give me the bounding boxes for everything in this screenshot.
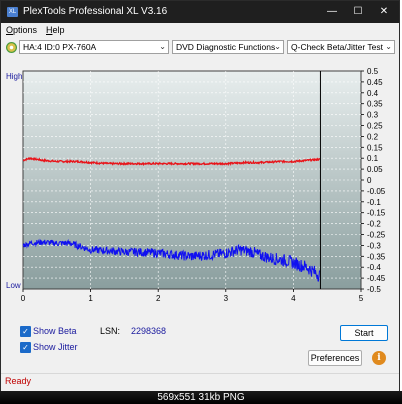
y-tick-label: -0.5 — [367, 285, 381, 294]
y-tick-label: -0.15 — [367, 209, 386, 218]
x-tick-label: 0 — [21, 294, 26, 303]
y-tick-label: 0.05 — [367, 165, 383, 174]
y-tick-label: -0.05 — [367, 187, 386, 196]
test-select[interactable]: Q-Check Beta/Jitter Test ⌄ — [287, 40, 395, 54]
show-jitter-checkbox[interactable]: ✓ — [20, 342, 31, 353]
y-tick-label: 0.2 — [367, 132, 379, 141]
axis-high-label: High — [6, 72, 22, 81]
axis-low-label: Low — [6, 281, 21, 290]
image-caption: 569x551 31kb PNG — [0, 391, 402, 404]
title-bar[interactable]: XL PlexTools Professional XL V3.16 — ☐ ✕ — [1, 1, 399, 23]
y-tick-label: -0.3 — [367, 241, 381, 250]
y-tick-label: 0.15 — [367, 143, 383, 152]
y-tick-label: 0.1 — [367, 154, 379, 163]
toolbar: HA:4 ID:0 PX-760A ⌄ DVD Diagnostic Funct… — [1, 38, 399, 58]
chevron-down-icon: ⌄ — [159, 42, 166, 51]
drive-select[interactable]: HA:4 ID:0 PX-760A ⌄ — [19, 40, 169, 54]
x-tick-label: 2 — [156, 294, 161, 303]
menu-options[interactable]: Options — [6, 25, 37, 35]
y-tick-label: 0.3 — [367, 111, 379, 120]
y-tick-label: 0.5 — [367, 67, 379, 76]
show-beta-checkbox[interactable]: ✓ — [20, 326, 31, 337]
lsn-value: 2298368 — [131, 326, 167, 336]
y-tick-label: 0.25 — [367, 122, 383, 131]
y-tick-label: -0.1 — [367, 198, 381, 207]
app-icon: XL — [7, 7, 18, 17]
y-tick-label: -0.2 — [367, 220, 381, 229]
app-window: XL PlexTools Professional XL V3.16 — ☐ ✕… — [0, 0, 400, 391]
menu-help[interactable]: Help — [46, 25, 65, 35]
info-icon[interactable]: i — [372, 351, 386, 365]
x-tick-label: 3 — [224, 294, 229, 303]
menu-options-accel: O — [6, 25, 14, 35]
status-bar: Ready — [1, 373, 399, 391]
chart-area: 0.5 0.45 0.4 0.35 0.3 0.25 0.2 0.15 0.1 0.05 0 -0.0… — [2, 59, 398, 309]
minimize-button[interactable]: — — [319, 1, 345, 23]
y-tick-label: -0.25 — [367, 231, 386, 240]
y-tick-label: 0.45 — [367, 78, 383, 87]
status-text: Ready — [5, 376, 32, 386]
menu-help-rest: elp — [52, 25, 65, 35]
disc-icon — [6, 42, 17, 53]
function-select-value: DVD Diagnostic Functions — [176, 42, 276, 52]
start-button[interactable]: Start — [340, 325, 388, 341]
close-button[interactable]: ✕ — [371, 1, 397, 23]
preferences-button[interactable]: Preferences — [308, 350, 362, 366]
x-tick-label: 5 — [359, 294, 364, 303]
show-beta-label[interactable]: Show Beta — [33, 326, 77, 336]
test-select-value: Q-Check Beta/Jitter Test — [291, 42, 383, 52]
chevron-down-icon: ⌄ — [385, 42, 392, 51]
y-tick-label: -0.35 — [367, 252, 386, 261]
maximize-button[interactable]: ☐ — [345, 1, 371, 23]
y-tick-label: 0 — [367, 176, 372, 185]
y-tick-label: 0.35 — [367, 100, 383, 109]
window-title: PlexTools Professional XL V3.16 — [23, 6, 168, 17]
drive-select-value: HA:4 ID:0 PX-760A — [23, 42, 97, 52]
y-tick-label: 0.4 — [367, 89, 379, 98]
x-tick-label: 4 — [291, 294, 296, 303]
beta-jitter-chart: 0.5 0.45 0.4 0.35 0.3 0.250.2 0.15 0.1 0.05 0 -0.0… — [6, 67, 386, 303]
menu-bar: Options Help — [1, 23, 399, 38]
show-jitter-label[interactable]: Show Jitter — [33, 342, 78, 352]
y-tick-label: -0.45 — [367, 274, 386, 283]
menu-options-rest: ptions — [13, 25, 38, 35]
x-tick-label: 1 — [88, 294, 93, 303]
chevron-down-icon: ⌄ — [274, 42, 281, 51]
lsn-label: LSN: — [100, 326, 121, 336]
function-select[interactable]: DVD Diagnostic Functions ⌄ — [172, 40, 284, 54]
y-tick-label: -0.4 — [367, 263, 381, 272]
